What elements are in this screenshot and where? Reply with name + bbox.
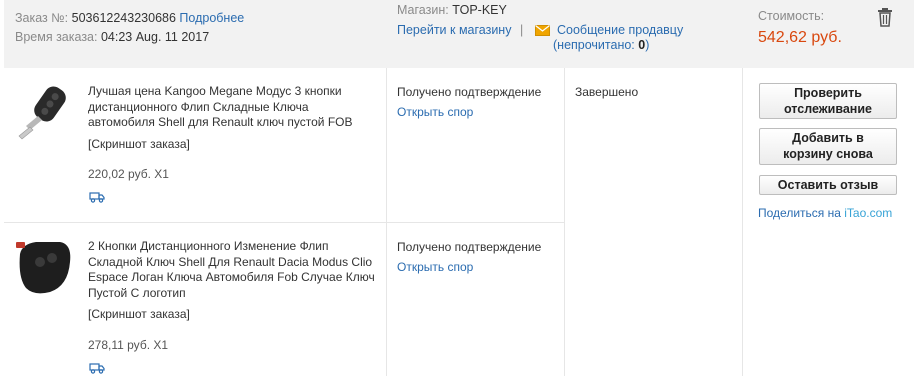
order-time: 04:23 Aug. 11 2017 <box>100 30 210 44</box>
order-time-row: Время заказа: 04:23 Aug. 11 2017 <box>15 30 209 44</box>
item-title[interactable]: 2 Кнопки Дистанционного Изменение Флип С… <box>88 239 378 301</box>
share-site[interactable]: iTao.com <box>844 206 892 220</box>
open-dispute-link[interactable]: Открыть спор <box>397 105 473 119</box>
store-row: Магазин: TOP-KEY <box>397 3 507 17</box>
order-number: 503612243230686 <box>71 11 176 25</box>
item-status: Получено подтверждение <box>397 85 542 99</box>
order-screenshot-link[interactable]: [Скриншот заказа] <box>88 137 190 151</box>
message-seller-label[interactable]: Сообщение продавцу <box>557 23 683 37</box>
open-dispute-link[interactable]: Открыть спор <box>397 260 473 274</box>
go-to-store-link[interactable]: Перейти к магазину <box>397 23 511 37</box>
store-name: TOP-KEY <box>452 3 507 17</box>
item-divider <box>4 222 386 223</box>
item-status: Получено подтверждение <box>397 240 542 254</box>
item-price-qty: 220,02 руб. X1 <box>88 167 169 181</box>
order-details-link[interactable]: Подробнее <box>179 11 244 25</box>
item-title[interactable]: Лучшая цена Kangoo Megane Модус 3 кнопки… <box>88 84 378 131</box>
product-image-key-fob-2-button[interactable] <box>12 236 74 298</box>
add-to-cart-again-button[interactable]: Добавить в корзину снова <box>759 128 897 165</box>
store-label: Магазин: <box>397 3 449 17</box>
envelope-icon[interactable] <box>535 25 550 36</box>
order-screenshot-link[interactable]: [Скриншот заказа] <box>88 307 190 321</box>
share-link[interactable]: Поделиться на iTao.com <box>758 206 892 220</box>
unread-suffix[interactable]: ) <box>645 38 649 52</box>
check-tracking-line2: отслеживание <box>783 102 872 116</box>
order-time-label: Время заказа: <box>15 30 98 44</box>
delivery-truck-icon[interactable] <box>89 191 105 203</box>
share-prefix[interactable]: Поделиться на <box>758 206 844 220</box>
unread-row[interactable]: (непрочитано: 0) <box>553 38 649 52</box>
separator: | <box>519 23 524 37</box>
trash-icon[interactable] <box>876 7 894 27</box>
order-number-row: Заказ №: 503612243230686 Подробнее <box>15 11 244 25</box>
store-actions-row: Перейти к магазину | <box>397 23 528 37</box>
item-divider <box>386 222 564 223</box>
product-image-key-fob-3-button[interactable] <box>14 82 76 144</box>
item-price-qty: 278,11 руб. X1 <box>88 338 169 352</box>
delivery-truck-icon[interactable] <box>89 362 105 374</box>
add-to-cart-line1: Добавить в <box>792 131 864 145</box>
message-seller-link[interactable]: Сообщение продавцу <box>557 23 683 37</box>
check-tracking-line1: Проверить <box>794 86 862 100</box>
add-to-cart-line2: корзину снова <box>783 147 873 161</box>
cost-label: Стоимость: <box>758 9 825 23</box>
order-number-label: Заказ №: <box>15 11 69 25</box>
leave-review-button[interactable]: Оставить отзыв <box>759 175 897 195</box>
check-tracking-button[interactable]: Проверить отслеживание <box>759 83 897 119</box>
order-total: 542,62 руб. <box>758 29 842 46</box>
order-status: Завершено <box>575 85 639 99</box>
column-divider <box>742 68 743 376</box>
column-divider <box>564 68 565 376</box>
unread-prefix[interactable]: (непрочитано: <box>553 38 638 52</box>
